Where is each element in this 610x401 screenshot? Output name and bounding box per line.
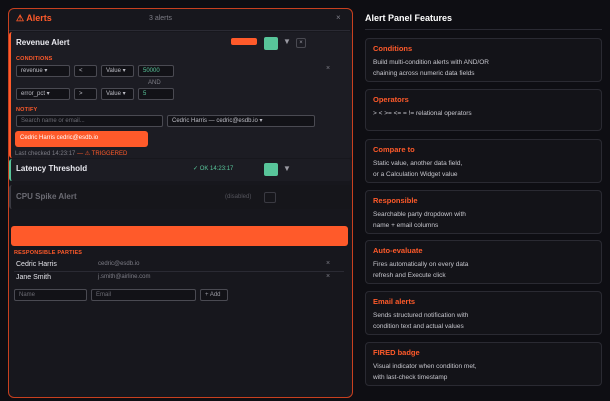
selected-party-chip[interactable]: Cedric Harris cedric@esdb.io (15, 131, 148, 147)
feature-card: Compare to Static value, another data fi… (365, 139, 602, 183)
feature-card: Operators > < >= <= = != relational oper… (365, 89, 602, 131)
feature-name: Auto-evaluate (373, 246, 423, 255)
filter-icon[interactable]: ▼ (283, 37, 291, 46)
alert-name[interactable]: Latency Threshold (16, 164, 87, 173)
condition2-operator-select[interactable]: > (74, 88, 97, 100)
party-select[interactable]: Cedric Harris — cedric@esdb.io ▾ (167, 115, 315, 127)
feature-name: Compare to (373, 145, 415, 154)
feature-desc: Searchable party dropdown with (373, 211, 466, 218)
feature-desc: Fires automatically on every data (373, 261, 469, 268)
notify-label: NOTIFY (16, 107, 38, 113)
feature-desc: Build multi-condition alerts with AND/OR (373, 59, 489, 66)
feature-desc: refresh and Execute click (373, 272, 446, 279)
condition1-operator-select[interactable]: < (74, 65, 97, 77)
add-party-button[interactable]: + Add (200, 289, 228, 301)
toggle-switch[interactable] (264, 192, 276, 203)
alerts-title: ⚠ Alerts (16, 13, 52, 23)
ok-status: ✓ OK 14:23:17 (193, 166, 234, 172)
alert-name[interactable]: Revenue Alert (16, 38, 70, 47)
feature-card: FIRED badge Visual indicator when condit… (365, 342, 602, 386)
divider (14, 271, 344, 272)
remove-condition-icon[interactable]: × (326, 65, 330, 72)
close-icon[interactable]: × (336, 13, 341, 22)
feature-name: Responsible (373, 196, 418, 205)
condition1-field-select[interactable]: revenue ▾ (16, 65, 70, 77)
remove-party-icon[interactable]: × (326, 273, 330, 280)
last-checked-time: Last checked 14:23:17 (15, 151, 76, 157)
and-connector[interactable]: AND (148, 80, 161, 86)
alert-color-swatch[interactable] (231, 38, 257, 45)
toggle-switch[interactable] (264, 37, 278, 50)
add-alert-button[interactable] (11, 226, 348, 246)
conditions-label: CONDITIONS (16, 56, 53, 62)
feature-desc: condition text and actual values (373, 323, 464, 330)
filter-icon[interactable]: ▼ (283, 164, 291, 173)
features-title: Alert Panel Features (365, 13, 453, 23)
feature-card: Auto-evaluate Fires automatically on eve… (365, 240, 602, 284)
feature-desc: > < >= <= = != relational operators (373, 110, 472, 117)
divider (365, 29, 602, 30)
feature-desc: chaining across numeric data fields (373, 70, 475, 77)
alert-name[interactable]: CPU Spike Alert (16, 192, 77, 201)
delete-alert-button[interactable]: × (296, 38, 306, 48)
feature-card: Responsible Searchable party dropdown wi… (365, 190, 602, 234)
party-name-input[interactable]: Name (14, 289, 87, 301)
disabled-label: (disabled) (225, 194, 252, 200)
feature-desc: Static value, another data field, (373, 160, 463, 167)
responsible-parties-label: RESPONSIBLE PARTIES (14, 250, 83, 256)
party-email-input[interactable]: Email (91, 289, 196, 301)
last-checked: Last checked 14:23:17 — ⚠ TRIGGERED (15, 150, 127, 157)
feature-name: FIRED badge (373, 348, 420, 357)
feature-name: Operators (373, 95, 409, 104)
feature-card: Email alerts Sends structured notificati… (365, 291, 602, 335)
party-search-input[interactable]: Search name or email... (16, 115, 163, 127)
feature-desc: Visual indicator when condition met, (373, 363, 477, 370)
party-name: Jane Smith (16, 274, 52, 281)
condition2-value-input[interactable]: 5 (138, 88, 174, 100)
feature-desc: with last-check timestamp (373, 374, 448, 381)
condition1-value-input[interactable]: 50000 (138, 65, 174, 77)
feature-desc: Sends structured notification with (373, 312, 469, 319)
party-name: Cedric Harris (16, 261, 57, 268)
triggered-badge: — ⚠ TRIGGERED (77, 151, 128, 157)
party-email: cedric@esdb.io (98, 261, 140, 267)
party-email: j.smith@airline.com (98, 274, 151, 280)
feature-name: Email alerts (373, 297, 416, 306)
feature-desc: or a Calculation Widget value (373, 171, 458, 178)
toggle-switch[interactable] (264, 163, 278, 176)
feature-name: Conditions (373, 44, 413, 53)
divider (9, 30, 350, 31)
alerts-count: 3 alerts (149, 15, 172, 22)
condition2-field-select[interactable]: error_pct ▾ (16, 88, 70, 100)
chip-text: Cedric Harris cedric@esdb.io (20, 135, 99, 141)
feature-card: Conditions Build multi-condition alerts … (365, 38, 602, 82)
remove-party-icon[interactable]: × (326, 260, 330, 267)
feature-desc: name + email columns (373, 222, 439, 229)
condition2-type-select[interactable]: Value ▾ (101, 88, 134, 100)
condition1-type-select[interactable]: Value ▾ (101, 65, 134, 77)
